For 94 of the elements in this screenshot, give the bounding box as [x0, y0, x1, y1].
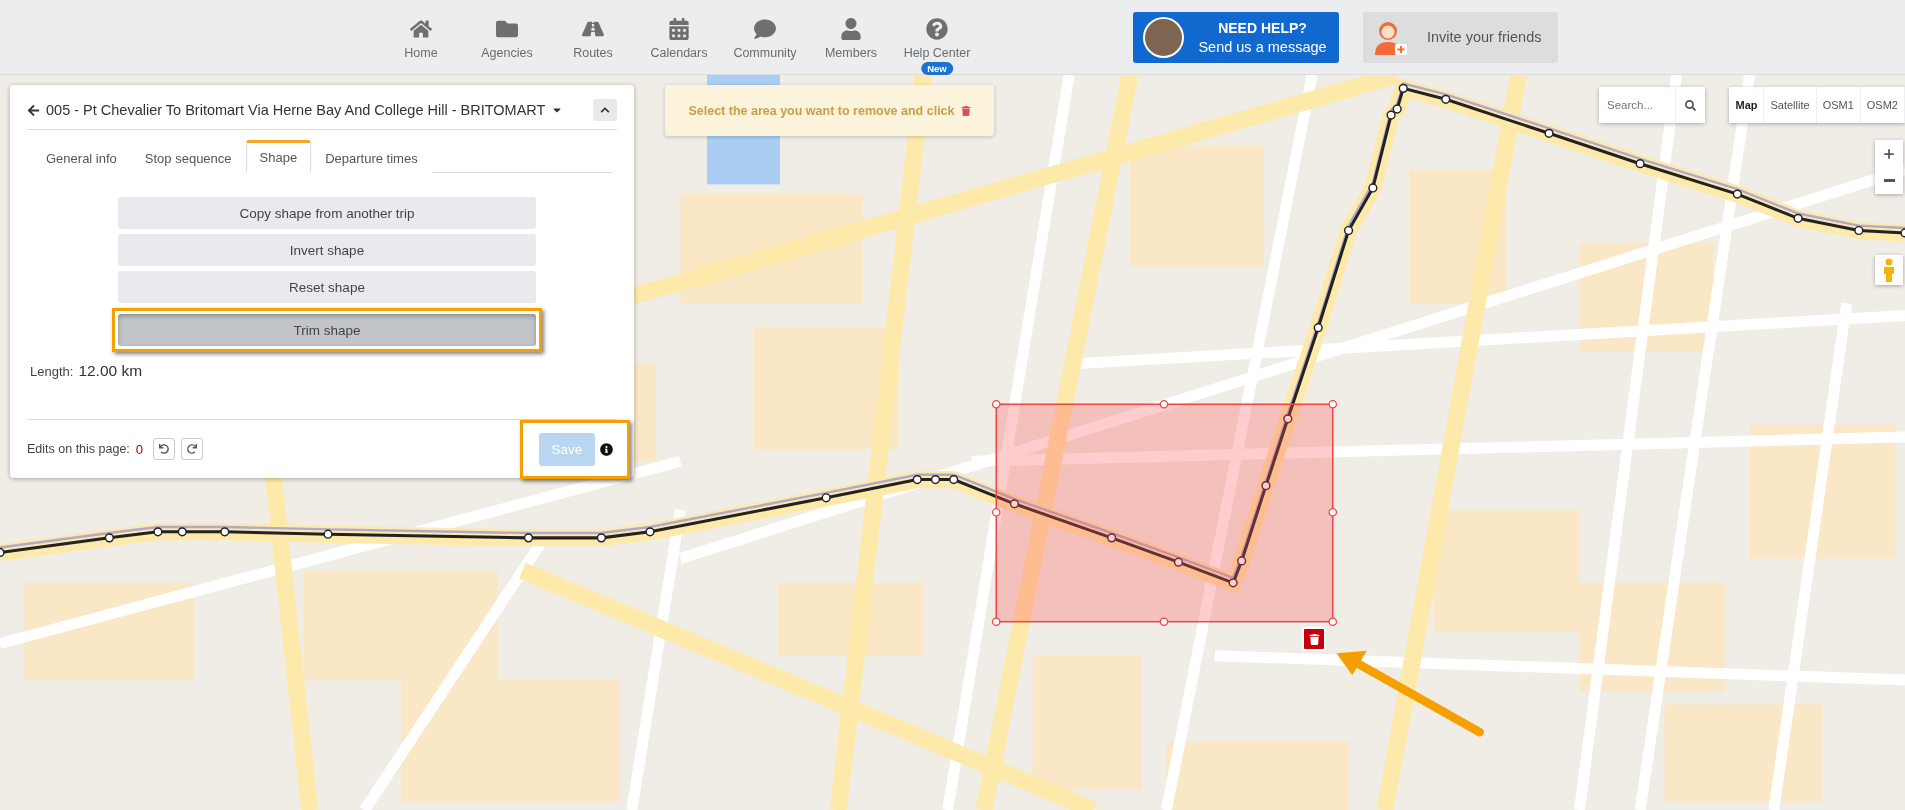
- route-node[interactable]: [1009, 499, 1020, 509]
- route-node[interactable]: [949, 474, 959, 485]
- route-node[interactable]: [1398, 83, 1408, 93]
- search-icon: [1685, 99, 1696, 111]
- route-node[interactable]: [1283, 414, 1293, 424]
- person-plus-icon: [1373, 19, 1407, 55]
- route-node[interactable]: [1635, 159, 1645, 169]
- undo-icon: [159, 444, 170, 454]
- route-node[interactable]: [1368, 183, 1378, 193]
- plus-icon: [1882, 146, 1896, 161]
- route-node[interactable]: [1173, 557, 1184, 567]
- home-icon: [410, 18, 432, 40]
- resize-handle[interactable]: [1328, 400, 1338, 409]
- undo-button[interactable]: [153, 438, 176, 460]
- zoom-out-button[interactable]: [1875, 167, 1903, 194]
- map-type-button[interactable]: Map: [1729, 87, 1765, 123]
- route-node[interactable]: [104, 533, 114, 543]
- route-node[interactable]: [645, 527, 655, 537]
- trash-icon: [960, 105, 971, 116]
- route-node[interactable]: [930, 474, 941, 485]
- info-icon: [600, 442, 613, 456]
- route-node[interactable]: [1392, 104, 1402, 114]
- avatar: [1143, 16, 1184, 58]
- length-label: Length:: [30, 364, 74, 379]
- help-subtitle: Send us a message: [1198, 38, 1327, 55]
- help-button[interactable]: NEED HELP? Send us a message: [1133, 11, 1339, 63]
- zoom-in-button[interactable]: [1875, 140, 1903, 167]
- route-node[interactable]: [1544, 128, 1554, 138]
- route-node[interactable]: [323, 529, 333, 539]
- route-node[interactable]: [1228, 578, 1238, 588]
- map-type-button[interactable]: Satellite: [1764, 87, 1817, 123]
- collapse-button[interactable]: [593, 99, 617, 121]
- resize-handle[interactable]: [992, 508, 1001, 517]
- route-node[interactable]: [912, 474, 922, 485]
- instruction-text: Select the area you want to remove and click: [688, 103, 955, 118]
- edits-label: Edits on this page:: [27, 442, 130, 456]
- route-node[interactable]: [1237, 556, 1247, 566]
- route-node[interactable]: [1343, 225, 1354, 236]
- route-node[interactable]: [596, 533, 606, 543]
- route-node[interactable]: [1261, 481, 1271, 491]
- resize-handle[interactable]: [1159, 617, 1169, 626]
- edits-count: 0: [135, 441, 144, 457]
- folder-icon: [496, 18, 518, 40]
- route-node[interactable]: [821, 493, 831, 503]
- nav-link[interactable]: Community: [722, 14, 808, 60]
- route-node[interactable]: [220, 527, 230, 537]
- search-button[interactable]: [1675, 87, 1705, 123]
- map-type-button[interactable]: OSM1: [1816, 87, 1861, 123]
- speech-bubble-icon: [754, 18, 776, 40]
- route-node[interactable]: [1107, 533, 1117, 543]
- nav-link[interactable]: Home: [378, 14, 464, 60]
- calendar-icon: [668, 18, 690, 40]
- invite-button[interactable]: Invite your friends: [1363, 11, 1558, 63]
- redo-button[interactable]: [181, 438, 204, 460]
- nav-link[interactable]: Agencies: [464, 14, 550, 60]
- route-node[interactable]: [1732, 189, 1742, 199]
- shape-action-button[interactable]: Trim shape: [118, 314, 536, 346]
- nav-link[interactable]: Routes: [550, 14, 636, 60]
- trip-title: 005 - Pt Chevalier To Britomart Via Herne Bay And College Hill - BRITOMART: [46, 102, 546, 118]
- person-icon: [1883, 258, 1895, 282]
- resize-handle[interactable]: [1328, 617, 1338, 626]
- resize-handle[interactable]: [1159, 400, 1169, 409]
- route-node[interactable]: [153, 527, 163, 537]
- nav-link[interactable]: Calendars: [636, 14, 722, 60]
- shape-action-button[interactable]: Reset shape: [118, 271, 536, 303]
- route-node[interactable]: [1793, 213, 1803, 223]
- route-node[interactable]: [177, 527, 187, 537]
- length-value: 12.00 km: [78, 362, 143, 380]
- resize-handle[interactable]: [992, 400, 1001, 409]
- route-node[interactable]: [1386, 110, 1396, 120]
- map-type-button[interactable]: OSM2: [1860, 87, 1905, 123]
- nav-link[interactable]: Members: [808, 14, 894, 60]
- route-node[interactable]: [1900, 228, 1905, 238]
- shape-action-button[interactable]: Copy shape from another trip: [118, 197, 536, 229]
- route-node[interactable]: [523, 533, 534, 543]
- minus-icon: [1883, 179, 1895, 182]
- shape-action-button[interactable]: Invert shape: [118, 234, 536, 266]
- route-node[interactable]: [1441, 94, 1451, 104]
- back-arrow-icon[interactable]: [27, 103, 40, 117]
- route-node[interactable]: [1854, 225, 1864, 236]
- resize-handle[interactable]: [1328, 508, 1338, 517]
- route-node[interactable]: [1313, 323, 1323, 333]
- redo-icon: [187, 444, 198, 454]
- new-badge: New: [921, 62, 953, 75]
- route-node[interactable]: [0, 547, 5, 558]
- chevron-up-icon: [600, 105, 610, 115]
- delete-area-button[interactable]: [1302, 627, 1326, 651]
- help-title: NEED HELP?: [1218, 19, 1307, 36]
- search-field[interactable]: Search...: [1599, 87, 1705, 123]
- tab[interactable]: Shape: [245, 140, 312, 173]
- trash-icon: [1308, 633, 1320, 645]
- help-icon: [926, 18, 948, 40]
- resize-handle[interactable]: [992, 617, 1001, 626]
- user-icon: [840, 18, 862, 40]
